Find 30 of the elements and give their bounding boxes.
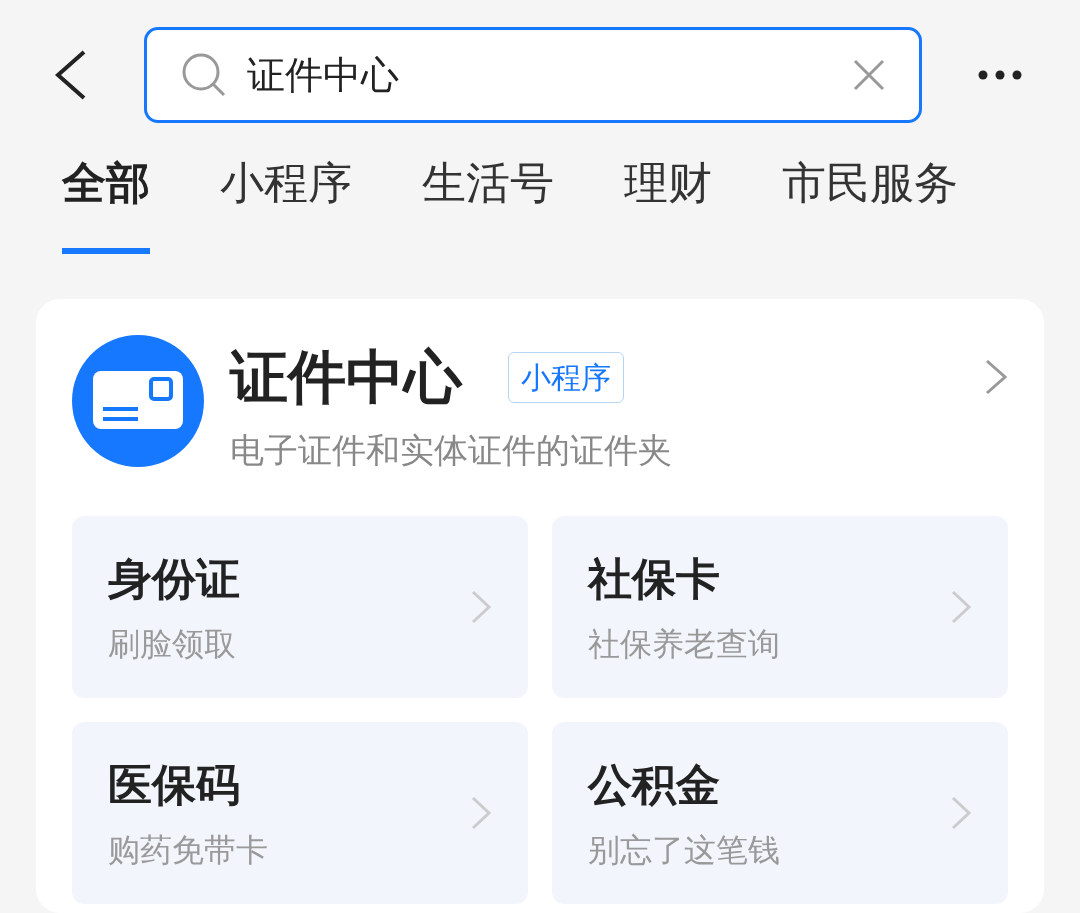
shortcut-card[interactable]: 医保码 购药免带卡 [72, 722, 528, 904]
category-tab[interactable]: 理财 [624, 150, 712, 254]
search-field[interactable]: 证件中心 [144, 27, 922, 123]
shortcut-subtitle: 别忘了这笔钱 [588, 830, 781, 871]
category-tab[interactable]: 市民服务 [782, 150, 958, 254]
result-title[interactable]: 证件中心 [230, 333, 462, 421]
shortcut-title: 身份证 [108, 552, 241, 606]
shortcut-title: 医保码 [108, 758, 241, 812]
more-icon[interactable] [978, 70, 1022, 80]
chevron-right-icon [470, 589, 492, 625]
category-tab[interactable]: 全部 [62, 150, 150, 254]
shortcut-subtitle: 刷脸领取 [108, 624, 237, 665]
shortcut-card[interactable]: 身份证 刷脸领取 [72, 516, 528, 698]
chevron-right-icon [470, 795, 492, 831]
category-tab[interactable]: 小程序 [220, 150, 352, 254]
shortcut-subtitle: 社保养老查询 [588, 624, 781, 665]
shortcut-card[interactable]: 公积金 别忘了这笔钱 [552, 722, 1008, 904]
shortcut-card[interactable]: 社保卡 社保养老查询 [552, 516, 1008, 698]
chevron-right-icon [950, 795, 972, 831]
category-tab[interactable]: 生活号 [422, 150, 554, 254]
result-description: 电子证件和实体证件的证件夹 [230, 429, 673, 472]
mini-program-tag: 小程序 [508, 351, 624, 403]
clear-icon[interactable] [853, 59, 885, 91]
search-input: 证件中心 [247, 46, 833, 104]
chevron-right-icon[interactable] [984, 358, 1008, 396]
shortcut-title: 公积金 [588, 758, 721, 812]
shortcut-title: 社保卡 [588, 552, 721, 606]
shortcut-subtitle: 购药免带卡 [108, 830, 269, 871]
search-icon [181, 52, 227, 98]
chevron-right-icon [950, 589, 972, 625]
